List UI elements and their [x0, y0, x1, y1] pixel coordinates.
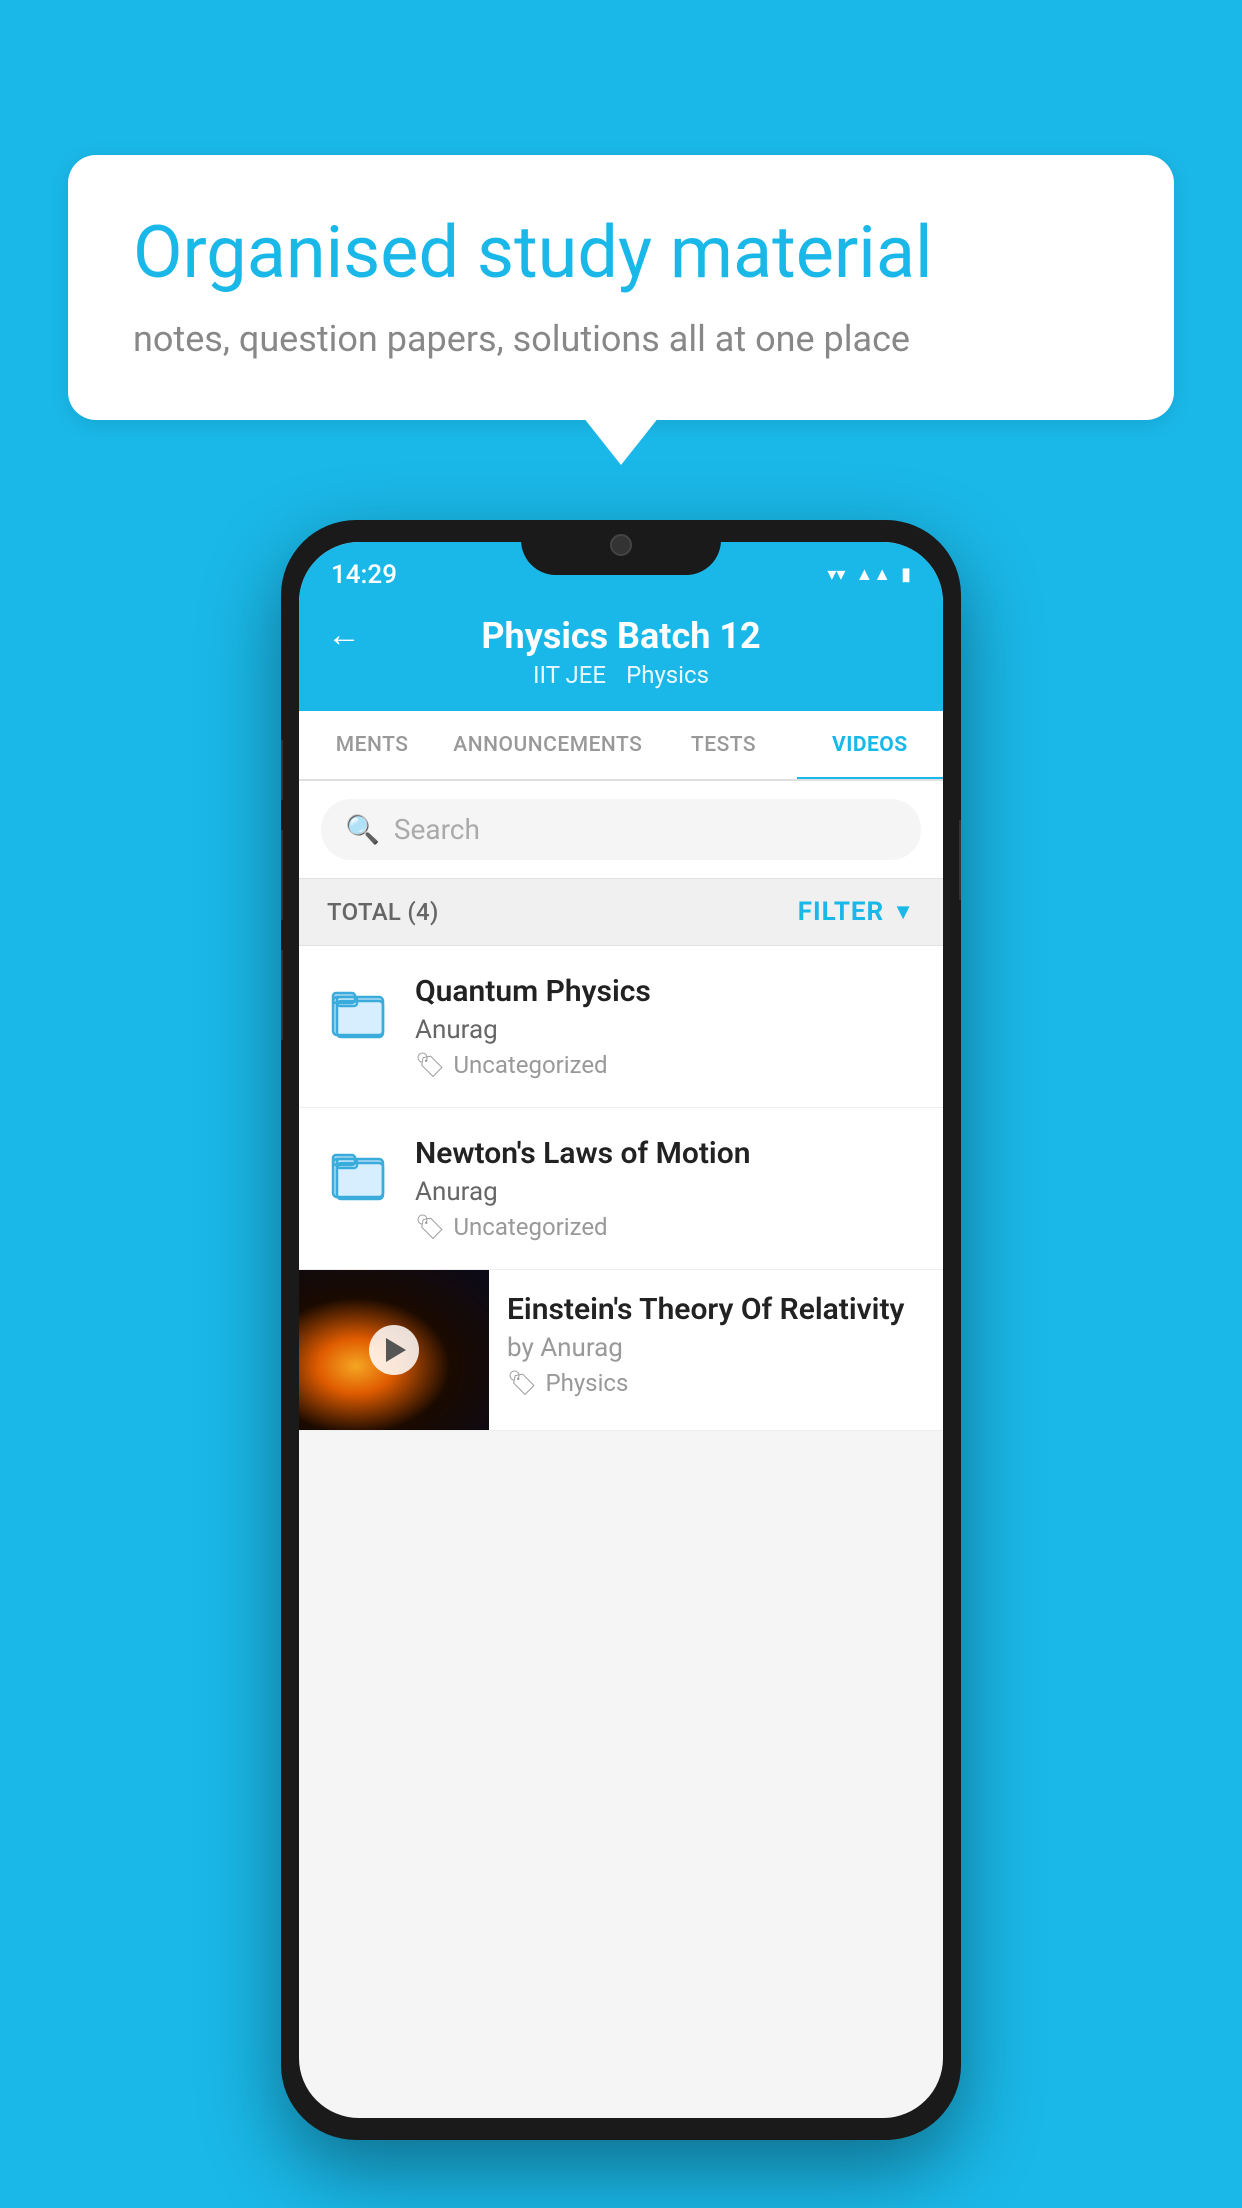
phone-frame: 14:29 ▾▾ ▲▲ ▮ ← Physics Batch 12 IIT JEE… [281, 520, 961, 2140]
battery-icon: ▮ [901, 564, 911, 585]
wifi-icon: ▾▾ [827, 564, 845, 585]
search-box[interactable]: 🔍 Search [321, 799, 921, 860]
tag-label: Physics [545, 1369, 628, 1397]
tab-ments[interactable]: MENTS [299, 711, 445, 779]
file-icon-wrap [323, 1136, 393, 1211]
total-count: TOTAL (4) [327, 898, 439, 926]
power-button [959, 820, 961, 900]
play-button[interactable] [369, 1325, 419, 1375]
list-item[interactable]: Quantum Physics Anurag 🏷 Uncategorized [299, 946, 943, 1108]
video-item-content: Einstein's Theory Of Relativity by Anura… [489, 1270, 943, 1419]
filter-icon: ▼ [892, 899, 915, 925]
video-item-title: Einstein's Theory Of Relativity [507, 1292, 925, 1327]
header-title: Physics Batch 12 [481, 615, 760, 657]
volume-down-button [281, 950, 283, 1040]
bubble-subtitle: notes, question papers, solutions all at… [133, 318, 1109, 360]
play-triangle-icon [386, 1338, 406, 1362]
header-tag-physics: Physics [626, 661, 709, 689]
item-author: Anurag [415, 1015, 919, 1045]
header-tag-iitjee: IIT JEE [533, 661, 606, 689]
back-button[interactable]: ← [327, 615, 361, 655]
list-item-video[interactable]: Einstein's Theory Of Relativity by Anura… [299, 1270, 943, 1431]
tab-tests[interactable]: TESTS [650, 711, 796, 779]
front-camera [610, 534, 632, 556]
tag-icon: 🏷 [415, 1213, 445, 1241]
item-author: Anurag [415, 1177, 919, 1207]
tab-bar: MENTS ANNOUNCEMENTS TESTS VIDEOS [299, 711, 943, 781]
tab-videos[interactable]: VIDEOS [797, 711, 943, 779]
content-list: Quantum Physics Anurag 🏷 Uncategorized [299, 946, 943, 1431]
speech-bubble: Organised study material notes, question… [68, 155, 1174, 420]
video-item-tag: 🏷 Physics [507, 1369, 925, 1397]
bubble-title: Organised study material [133, 210, 1109, 296]
status-time: 14:29 [331, 560, 397, 590]
folder-icon [327, 981, 389, 1043]
tag-label: Uncategorized [453, 1213, 607, 1241]
phone-notch [521, 520, 721, 575]
tag-label: Uncategorized [453, 1051, 607, 1079]
tag-icon: 🏷 [507, 1369, 537, 1397]
item-title: Newton's Laws of Motion [415, 1136, 919, 1171]
filter-button[interactable]: FILTER ▼ [798, 897, 915, 927]
status-icons: ▾▾ ▲▲ ▮ [827, 564, 911, 585]
item-tag: 🏷 Uncategorized [415, 1213, 919, 1241]
file-icon-wrap [323, 974, 393, 1049]
item-tag: 🏷 Uncategorized [415, 1051, 919, 1079]
video-item-author: by Anurag [507, 1333, 925, 1363]
filter-label: FILTER [798, 897, 884, 927]
signal-icon: ▲▲ [855, 564, 891, 585]
item-content: Newton's Laws of Motion Anurag 🏷 Uncateg… [415, 1136, 919, 1241]
phone-screen: 14:29 ▾▾ ▲▲ ▮ ← Physics Batch 12 IIT JEE… [299, 542, 943, 2118]
folder-icon [327, 1143, 389, 1205]
video-thumbnail [299, 1270, 489, 1430]
list-item[interactable]: Newton's Laws of Motion Anurag 🏷 Uncateg… [299, 1108, 943, 1270]
header-subtitle: IIT JEE Physics [533, 661, 709, 689]
search-placeholder: Search [394, 813, 480, 846]
app-header: ← Physics Batch 12 IIT JEE Physics [299, 597, 943, 711]
filter-bar: TOTAL (4) FILTER ▼ [299, 879, 943, 946]
search-icon: 🔍 [345, 813, 380, 846]
tab-announcements[interactable]: ANNOUNCEMENTS [445, 711, 650, 779]
mute-button [281, 740, 283, 800]
item-content: Quantum Physics Anurag 🏷 Uncategorized [415, 974, 919, 1079]
search-container: 🔍 Search [299, 781, 943, 879]
tag-icon: 🏷 [415, 1051, 445, 1079]
item-title: Quantum Physics [415, 974, 919, 1009]
volume-up-button [281, 830, 283, 920]
